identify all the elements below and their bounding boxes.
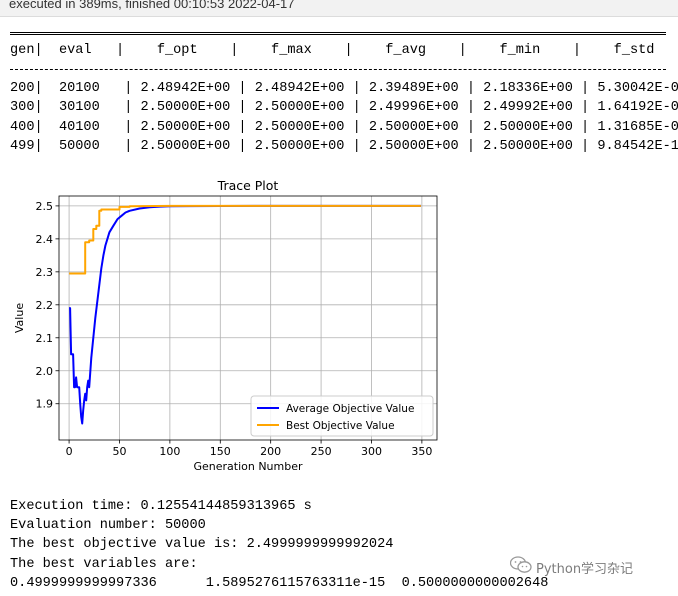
- table-row: 300| 30100 | 2.50000E+00 | 2.50000E+00 |…: [10, 100, 678, 115]
- y-tick-label: 2.1: [36, 332, 54, 345]
- x-tick-label: 350: [411, 445, 432, 458]
- x-axis-label: Generation Number: [193, 460, 303, 473]
- legend-label: Best Objective Value: [286, 420, 395, 432]
- wechat-icon: [509, 556, 532, 578]
- x-tick-label: 150: [210, 445, 231, 458]
- y-tick-label: 2.0: [36, 365, 54, 378]
- table-row: 400| 40100 | 2.50000E+00 | 2.50000E+00 |…: [10, 120, 678, 135]
- y-tick-label: 1.9: [36, 398, 54, 411]
- best-objective-text: The best objective value is: 2.499999999…: [10, 537, 394, 552]
- x-tick-label: 100: [159, 445, 180, 458]
- table-header-divider: [10, 69, 666, 70]
- x-tick-label: 300: [361, 445, 382, 458]
- cell-status-bar: executed in 389ms, finished 00:10:53 202…: [0, 0, 678, 17]
- x-tick-label: 0: [66, 445, 73, 458]
- execution-status-text: executed in 389ms, finished 00:10:53 202…: [9, 0, 295, 11]
- y-tick-label: 2.3: [36, 266, 54, 279]
- table-header: gen| eval | f_opt | f_max | f_avg | f_mi…: [10, 43, 655, 58]
- trace-plot-chart: 0 50 100 150 200 250 300 350 1.9 2.0 2.1 2.2 2.3 2.4 2…: [13, 178, 438, 473]
- y-tick-label: 2.5: [36, 200, 54, 213]
- table-top-divider: [10, 32, 666, 35]
- execution-time-text: Execution time: 0.12554144859313965 s: [10, 499, 312, 514]
- x-tick-label: 250: [311, 445, 332, 458]
- best-variables-label: The best variables are:: [10, 557, 198, 572]
- y-tick-label: 2.2: [36, 299, 54, 312]
- chart-title: Trace Plot: [217, 178, 279, 193]
- evaluation-number-text: Evaluation number: 50000: [10, 518, 206, 533]
- wechat-watermark: Python学习杂记: [509, 556, 634, 578]
- table-row: 200| 20100 | 2.48942E+00 | 2.48942E+00 |…: [10, 81, 678, 96]
- x-tick-label: 200: [260, 445, 281, 458]
- legend-label: Average Objective Value: [286, 403, 414, 415]
- table-row: 499| 50000 | 2.50000E+00 | 2.50000E+00 |…: [10, 139, 678, 154]
- y-tick-label: 2.4: [36, 233, 54, 246]
- watermark-text: Python学习杂记: [536, 561, 634, 577]
- best-variables-values: 0.4999999999997336 1.5895276115763311e-1…: [10, 576, 549, 591]
- x-tick-label: 50: [112, 445, 126, 458]
- y-axis-label: Value: [13, 303, 26, 333]
